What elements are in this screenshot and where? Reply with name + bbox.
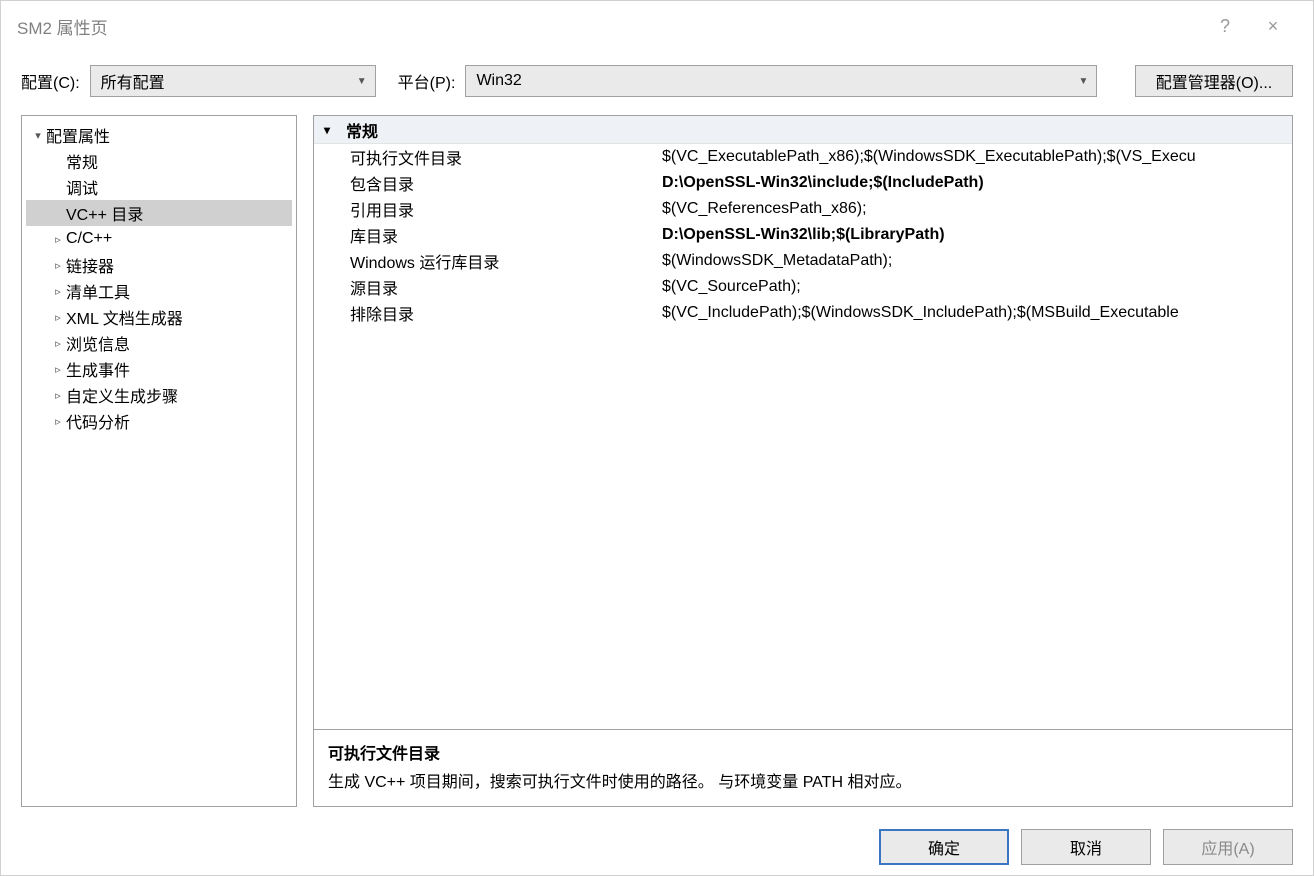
property-grid: ▾ 常规 可执行文件目录$(VC_ExecutablePath_x86);$(W… bbox=[314, 116, 1292, 729]
grid-row[interactable]: 库目录D:\OpenSSL-Win32\lib;$(LibraryPath) bbox=[314, 222, 1292, 248]
tree-item-label: VC++ 目录 bbox=[66, 201, 143, 225]
platform-combo[interactable]: Win32 ▼ bbox=[465, 65, 1097, 97]
grid-row[interactable]: 排除目录$(VC_IncludePath);$(WindowsSDK_Inclu… bbox=[314, 300, 1292, 326]
caret-right-icon: ▹ bbox=[50, 259, 66, 272]
grid-row-key: 库目录 bbox=[314, 223, 662, 247]
config-label: 配置(C): bbox=[21, 69, 80, 93]
ok-button[interactable]: 确定 bbox=[879, 829, 1009, 865]
property-page-window: SM2 属性页 ? × 配置(C): 所有配置 ▼ 平台(P): Win32 ▼… bbox=[0, 0, 1314, 876]
caret-right-icon: ▹ bbox=[50, 389, 66, 402]
footer: 确定 取消 应用(A) bbox=[1, 819, 1313, 875]
tree-root-label: 配置属性 bbox=[46, 123, 110, 147]
grid-row-value: $(VC_ExecutablePath_x86);$(WindowsSDK_Ex… bbox=[662, 148, 1292, 166]
grid-row-key: 引用目录 bbox=[314, 197, 662, 221]
description-text: 生成 VC++ 项目期间，搜索可执行文件时使用的路径。 与环境变量 PATH 相… bbox=[328, 768, 1278, 792]
grid-row-value: $(VC_ReferencesPath_x86); bbox=[662, 200, 1292, 218]
tree-item[interactable]: ▹代码分析 bbox=[26, 408, 292, 434]
help-button[interactable]: ? bbox=[1201, 16, 1249, 37]
grid-row-value: $(VC_IncludePath);$(WindowsSDK_IncludePa… bbox=[662, 304, 1292, 322]
tree-item[interactable]: ▹浏览信息 bbox=[26, 330, 292, 356]
tree-root[interactable]: ▾ 配置属性 bbox=[26, 122, 292, 148]
platform-combo-value: Win32 bbox=[476, 72, 521, 90]
cancel-label: 取消 bbox=[1070, 835, 1102, 859]
platform-label: 平台(P): bbox=[398, 69, 456, 93]
chevron-down-icon: ▾ bbox=[324, 123, 346, 137]
tree-item-label: 调试 bbox=[66, 175, 98, 199]
grid-row-key: 包含目录 bbox=[314, 171, 662, 195]
caret-down-icon: ▾ bbox=[30, 129, 46, 142]
tree-panel: ▾ 配置属性 ▹常规▹调试▹VC++ 目录▹C/C++▹链接器▹清单工具▹XML… bbox=[21, 115, 297, 807]
caret-right-icon: ▹ bbox=[50, 311, 66, 324]
caret-right-icon: ▹ bbox=[50, 363, 66, 376]
config-combo[interactable]: 所有配置 ▼ bbox=[90, 65, 376, 97]
grid-row-value: $(WindowsSDK_MetadataPath); bbox=[662, 252, 1292, 270]
grid-row-key: 源目录 bbox=[314, 275, 662, 299]
apply-label: 应用(A) bbox=[1201, 835, 1254, 859]
property-grid-panel: ▾ 常规 可执行文件目录$(VC_ExecutablePath_x86);$(W… bbox=[313, 115, 1293, 807]
grid-row-value: $(VC_SourcePath); bbox=[662, 278, 1292, 296]
tree-item-label: 代码分析 bbox=[66, 409, 130, 433]
grid-row[interactable]: 引用目录$(VC_ReferencesPath_x86); bbox=[314, 196, 1292, 222]
grid-row-value: D:\OpenSSL-Win32\lib;$(LibraryPath) bbox=[662, 226, 1292, 244]
tree-item[interactable]: ▹VC++ 目录 bbox=[26, 200, 292, 226]
tree-item[interactable]: ▹XML 文档生成器 bbox=[26, 304, 292, 330]
caret-right-icon: ▹ bbox=[50, 285, 66, 298]
grid-section-label: 常规 bbox=[346, 118, 378, 142]
grid-row-key: Windows 运行库目录 bbox=[314, 249, 662, 273]
tree-item[interactable]: ▹常规 bbox=[26, 148, 292, 174]
tree-item-label: 链接器 bbox=[66, 253, 114, 277]
chevron-down-icon: ▼ bbox=[357, 76, 367, 87]
grid-row[interactable]: 包含目录D:\OpenSSL-Win32\include;$(IncludePa… bbox=[314, 170, 1292, 196]
tree-item[interactable]: ▹清单工具 bbox=[26, 278, 292, 304]
grid-row[interactable]: Windows 运行库目录$(WindowsSDK_MetadataPath); bbox=[314, 248, 1292, 274]
ok-label: 确定 bbox=[928, 835, 960, 859]
tree-item-label: 浏览信息 bbox=[66, 331, 130, 355]
titlebar: SM2 属性页 ? × bbox=[1, 1, 1313, 51]
description-panel: 可执行文件目录 生成 VC++ 项目期间，搜索可执行文件时使用的路径。 与环境变… bbox=[314, 729, 1292, 806]
window-title: SM2 属性页 bbox=[17, 14, 1201, 39]
tree-item-label: 清单工具 bbox=[66, 279, 130, 303]
config-manager-button[interactable]: 配置管理器(O)... bbox=[1135, 65, 1293, 97]
tree-item[interactable]: ▹C/C++ bbox=[26, 226, 292, 252]
tree-item[interactable]: ▹链接器 bbox=[26, 252, 292, 278]
description-title: 可执行文件目录 bbox=[328, 740, 1278, 764]
toolbar: 配置(C): 所有配置 ▼ 平台(P): Win32 ▼ 配置管理器(O)... bbox=[1, 51, 1313, 115]
tree-item-label: 常规 bbox=[66, 149, 98, 173]
apply-button[interactable]: 应用(A) bbox=[1163, 829, 1293, 865]
tree-item-label: 生成事件 bbox=[66, 357, 130, 381]
grid-section-header[interactable]: ▾ 常规 bbox=[314, 116, 1292, 144]
grid-row-key: 排除目录 bbox=[314, 301, 662, 325]
tree-item[interactable]: ▹调试 bbox=[26, 174, 292, 200]
config-combo-value: 所有配置 bbox=[101, 69, 165, 93]
config-manager-label: 配置管理器(O)... bbox=[1156, 69, 1272, 93]
caret-right-icon: ▹ bbox=[50, 415, 66, 428]
grid-row[interactable]: 可执行文件目录$(VC_ExecutablePath_x86);$(Window… bbox=[314, 144, 1292, 170]
grid-row-key: 可执行文件目录 bbox=[314, 145, 662, 169]
tree-item[interactable]: ▹自定义生成步骤 bbox=[26, 382, 292, 408]
grid-row[interactable]: 源目录$(VC_SourcePath); bbox=[314, 274, 1292, 300]
cancel-button[interactable]: 取消 bbox=[1021, 829, 1151, 865]
grid-row-value: D:\OpenSSL-Win32\include;$(IncludePath) bbox=[662, 174, 1292, 192]
close-button[interactable]: × bbox=[1249, 16, 1297, 37]
caret-right-icon: ▹ bbox=[50, 337, 66, 350]
caret-right-icon: ▹ bbox=[50, 233, 66, 246]
tree-item-label: XML 文档生成器 bbox=[66, 305, 183, 329]
tree-item[interactable]: ▹生成事件 bbox=[26, 356, 292, 382]
body: ▾ 配置属性 ▹常规▹调试▹VC++ 目录▹C/C++▹链接器▹清单工具▹XML… bbox=[1, 115, 1313, 819]
tree-item-label: C/C++ bbox=[66, 230, 112, 248]
tree-item-label: 自定义生成步骤 bbox=[66, 383, 178, 407]
chevron-down-icon: ▼ bbox=[1079, 76, 1089, 87]
